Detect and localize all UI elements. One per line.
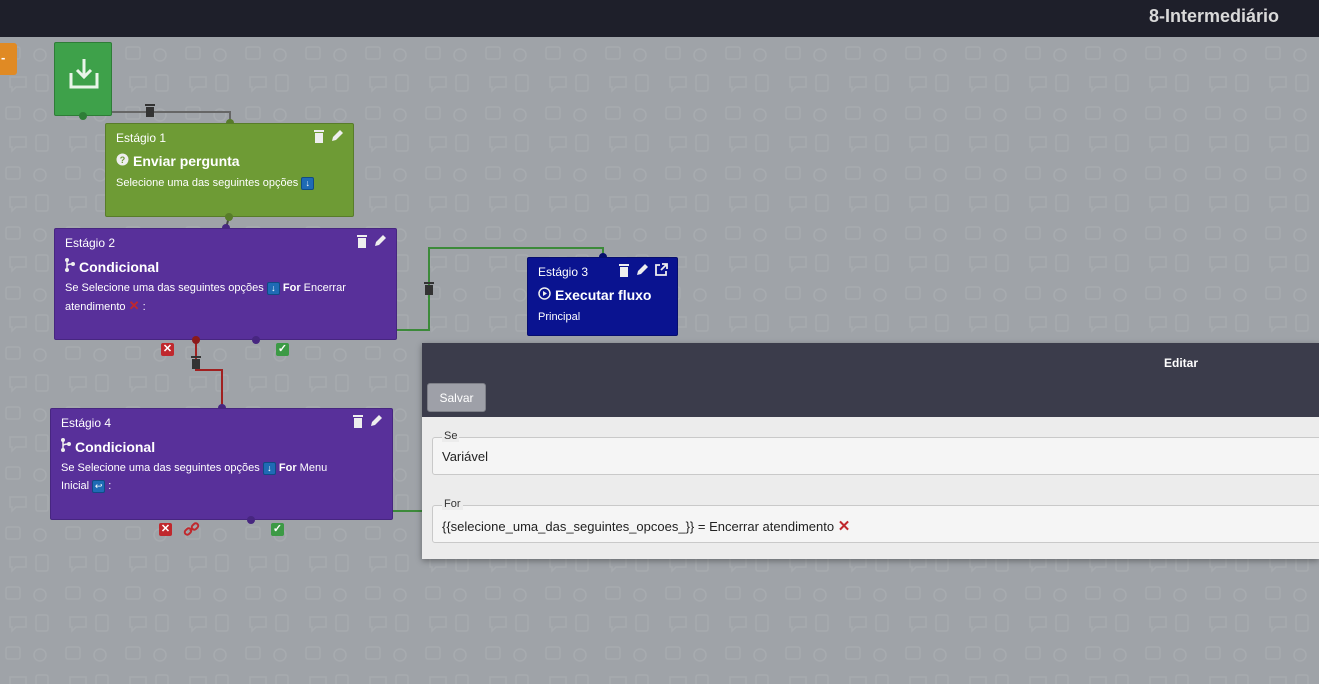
true-port-icon[interactable]: ✓ [271, 523, 284, 536]
play-circle-icon [538, 287, 551, 303]
down-arrow-icon: ↓ [262, 461, 276, 475]
stage-4-node[interactable]: Estágio 4 Condicional Se Selecione uma d… [50, 408, 393, 520]
pencil-icon[interactable] [373, 234, 387, 253]
pencil-icon[interactable] [330, 129, 344, 148]
true-port-icon[interactable]: ✓ [276, 343, 289, 356]
delete-connection-trash-icon[interactable] [423, 281, 435, 295]
colon: : [108, 480, 112, 492]
stage-label: Estágio 1 [116, 131, 167, 145]
start-node[interactable] [54, 42, 112, 116]
stage-text: Principal [538, 311, 581, 323]
down-arrow-icon: ↓ [266, 281, 280, 295]
stage-label: Estágio 4 [61, 416, 112, 430]
stage-1-node[interactable]: Estágio 1 ? Enviar pergunta Selecione uma… [105, 123, 354, 217]
for-field-value: {{selecione_uma_das_seguintes_opcoes_}} … [442, 519, 835, 534]
stage-value-cont: Inicial [61, 480, 90, 492]
output-port[interactable] [247, 516, 255, 524]
output-port[interactable] [225, 213, 233, 221]
down-arrow-icon: ↓ [301, 176, 315, 190]
for-field[interactable]: For {{selecione_uma_das_seguintes_opcoes… [432, 498, 1319, 543]
trash-icon[interactable] [618, 263, 630, 282]
output-port-false[interactable] [192, 336, 200, 344]
trash-icon[interactable] [352, 414, 364, 433]
stage-title: Condicional [75, 438, 156, 455]
save-button[interactable]: Salvar [427, 383, 486, 412]
close-icon: ✕ [128, 298, 140, 313]
branch-icon [65, 258, 75, 275]
stage-title: Enviar pergunta [133, 153, 240, 169]
flow-title: 8-Intermediário [1148, 6, 1279, 26]
external-link-icon[interactable] [654, 263, 668, 282]
side-tab[interactable]: - [0, 43, 17, 75]
for-field-value-wrap[interactable]: {{selecione_uma_das_seguintes_opcoes_}} … [442, 517, 850, 535]
question-circle-icon: ? [116, 153, 129, 169]
stage-2-node[interactable]: Estágio 2 Condicional Se Selecione uma d… [54, 228, 397, 340]
stage-value: Encerrar [303, 282, 346, 294]
pencil-icon[interactable] [369, 414, 383, 433]
stage-value-cont: atendimento [65, 301, 126, 313]
stage-label: Estágio 3 [538, 265, 589, 279]
link-icon[interactable] [183, 521, 200, 543]
close-icon: ✕ [837, 518, 851, 535]
stage-3-node[interactable]: Estágio 3 Executar fluxo Principal [527, 257, 678, 336]
if-field-value[interactable]: Variável [442, 449, 488, 464]
edit-panel: Editar Salvar Se Variável For {{selecion… [422, 343, 1319, 559]
svg-text:?: ? [120, 155, 126, 165]
output-port[interactable] [79, 112, 87, 120]
stage-text: Selecione uma das seguintes opções [116, 177, 299, 189]
trash-icon[interactable] [313, 129, 325, 148]
pencil-icon[interactable] [635, 263, 649, 282]
stage-text: Se Selecione uma das seguintes opções [61, 462, 260, 474]
for-keyword: For [282, 282, 301, 294]
stage-text: Se Selecione uma das seguintes opções [65, 282, 264, 294]
stage-title: Condicional [79, 258, 160, 275]
delete-connection-trash-icon[interactable] [190, 355, 202, 369]
stage-value: Menu [299, 462, 328, 474]
output-port[interactable] [252, 336, 260, 344]
branch-icon [61, 438, 71, 455]
stage-title: Executar fluxo [555, 287, 652, 303]
edit-panel-header: Editar Salvar [422, 343, 1319, 417]
edit-panel-title: Editar [1164, 356, 1199, 370]
if-field[interactable]: Se Variável [432, 430, 1319, 475]
false-port-icon[interactable]: ✕ [159, 523, 172, 536]
download-icon [69, 59, 99, 89]
return-icon: ↩ [92, 479, 106, 493]
colon: : [142, 301, 146, 313]
false-port-icon[interactable]: ✕ [161, 343, 174, 356]
stage-label: Estágio 2 [65, 236, 116, 250]
trash-icon[interactable] [356, 234, 368, 253]
for-keyword: For [278, 462, 297, 474]
for-field-legend: For [442, 498, 463, 510]
if-field-legend: Se [442, 430, 460, 442]
delete-connection-trash-icon[interactable] [144, 103, 156, 117]
top-bar: 8-Intermediário [0, 0, 1319, 37]
